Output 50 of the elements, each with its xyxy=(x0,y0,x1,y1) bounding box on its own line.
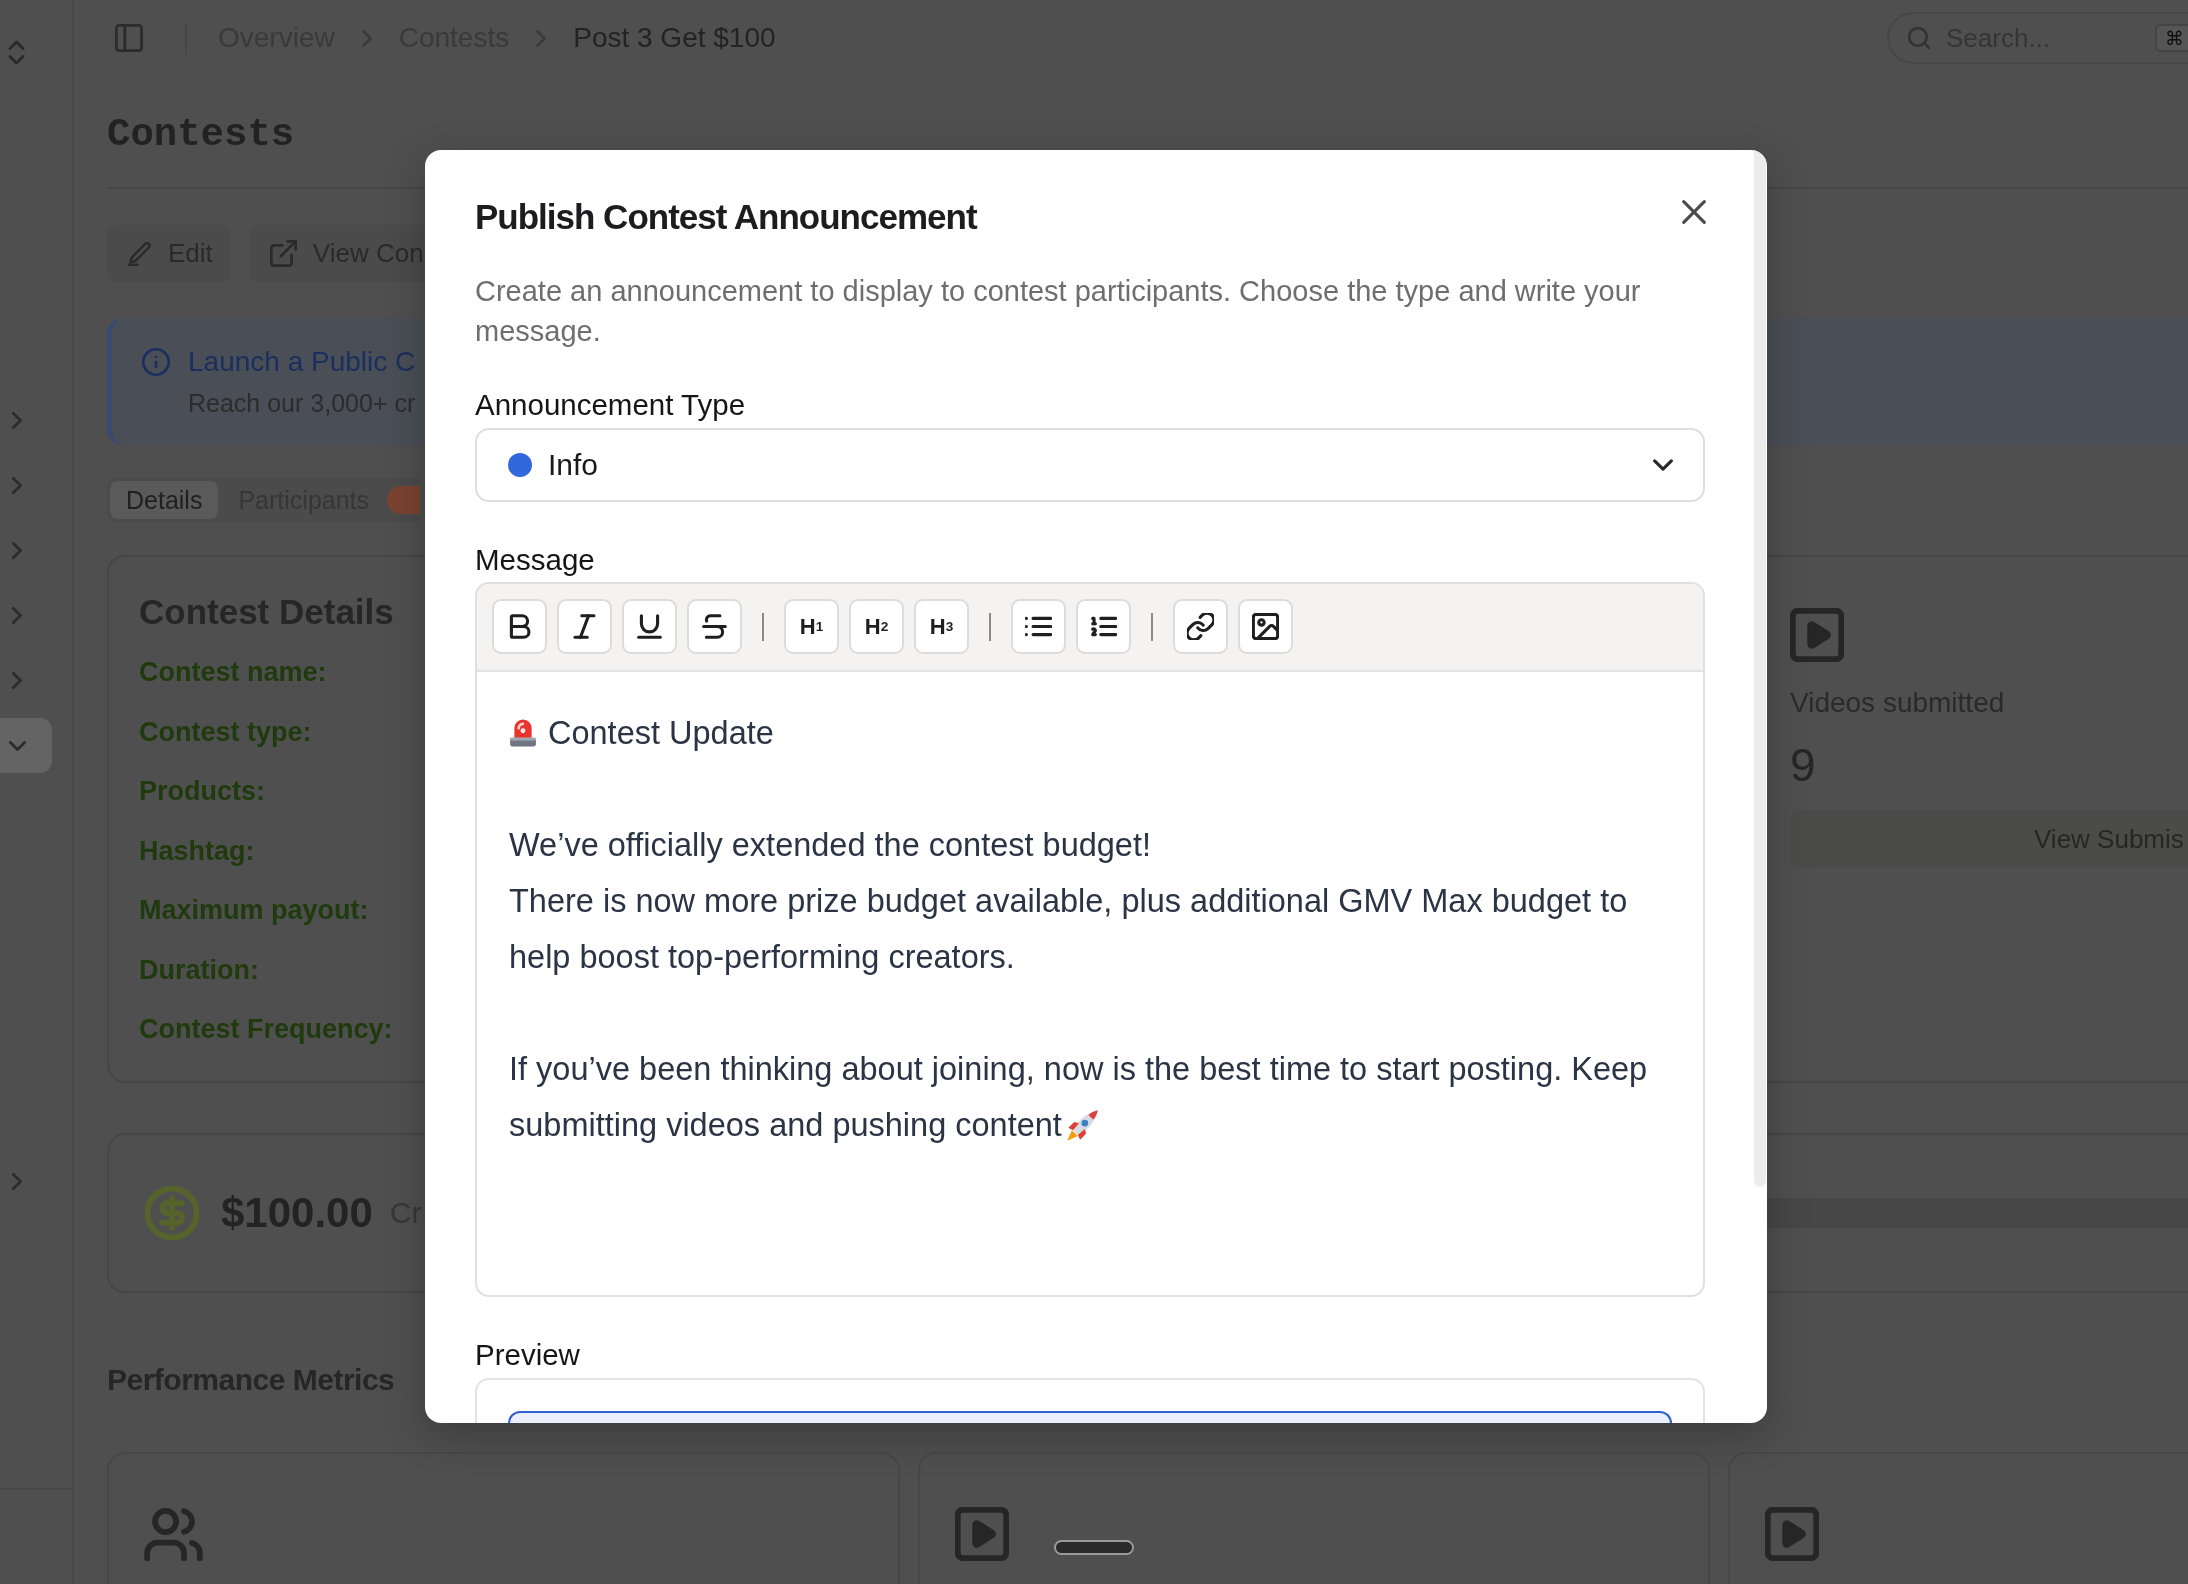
close-icon xyxy=(1682,200,1706,224)
field-label: Hashtag: xyxy=(139,834,255,868)
sidebar-toggle-icon[interactable] xyxy=(115,24,143,52)
rocket-icon xyxy=(1065,1108,1099,1142)
field-label: Preview xyxy=(475,1339,580,1371)
field-label: Message xyxy=(475,544,595,576)
users-icon xyxy=(144,1507,203,1561)
play-icon xyxy=(1790,608,1844,662)
image-icon xyxy=(1252,613,1279,640)
field-label: Contest type: xyxy=(139,715,312,749)
play-icon xyxy=(955,1507,1009,1561)
bold-button[interactable] xyxy=(492,599,547,654)
link-icon xyxy=(1187,613,1214,640)
close-button[interactable] xyxy=(1682,200,1706,224)
strikethrough-icon xyxy=(701,613,728,640)
message-line: We’ve officially extended the contest budget! xyxy=(509,826,1151,865)
field-label: Contest name: xyxy=(139,656,327,689)
underline-button[interactable] xyxy=(622,599,677,654)
message-line: If you’ve been thinking about joining, now is the best time to start posting. Keep xyxy=(509,1050,1648,1089)
dialog-title: Publish Contest Announcement xyxy=(475,196,977,238)
external-link-icon xyxy=(269,240,297,267)
tab[interactable]: Details xyxy=(110,481,219,519)
message-line: There is now more prize budget available, plus additional GMV Max budget to help boost top-performing creators. xyxy=(509,882,1629,977)
field-label: Duration: xyxy=(139,953,259,987)
italic-button[interactable] xyxy=(557,599,612,654)
count-badge xyxy=(387,486,421,514)
strikethrough-button[interactable] xyxy=(687,599,742,654)
pencil-icon xyxy=(128,241,152,266)
shortcut-key: ⌘ xyxy=(2155,24,2188,52)
link-button[interactable] xyxy=(1173,599,1228,654)
dollar-icon xyxy=(145,1186,199,1240)
siren-icon xyxy=(509,717,537,749)
chevron-down-icon xyxy=(1653,459,1673,471)
dialog-description: Create an announcement to display to contest participants. Choose the type and write your message. xyxy=(475,274,1642,349)
field-label: Maximum payout: xyxy=(139,894,369,927)
image-button[interactable] xyxy=(1238,599,1293,654)
bullet-list-button[interactable] xyxy=(1011,599,1066,654)
numbered-list-button[interactable] xyxy=(1076,599,1131,654)
message-heading: Contest Update xyxy=(548,714,774,753)
play-icon xyxy=(1765,1507,1819,1561)
field-label: Announcement Type xyxy=(475,389,746,421)
info-icon xyxy=(142,348,170,376)
search-icon xyxy=(1908,27,1930,49)
message-line: submitting videos and pushing content xyxy=(509,1106,1062,1145)
field-label: Products: xyxy=(139,775,265,808)
italic-icon xyxy=(571,613,598,640)
announcement-type-select[interactable]: Info xyxy=(475,428,1705,502)
field-label: Contest Frequency: xyxy=(139,1013,393,1046)
underline-icon xyxy=(636,613,663,640)
scrollbar-thumb[interactable] xyxy=(1754,150,1766,1187)
